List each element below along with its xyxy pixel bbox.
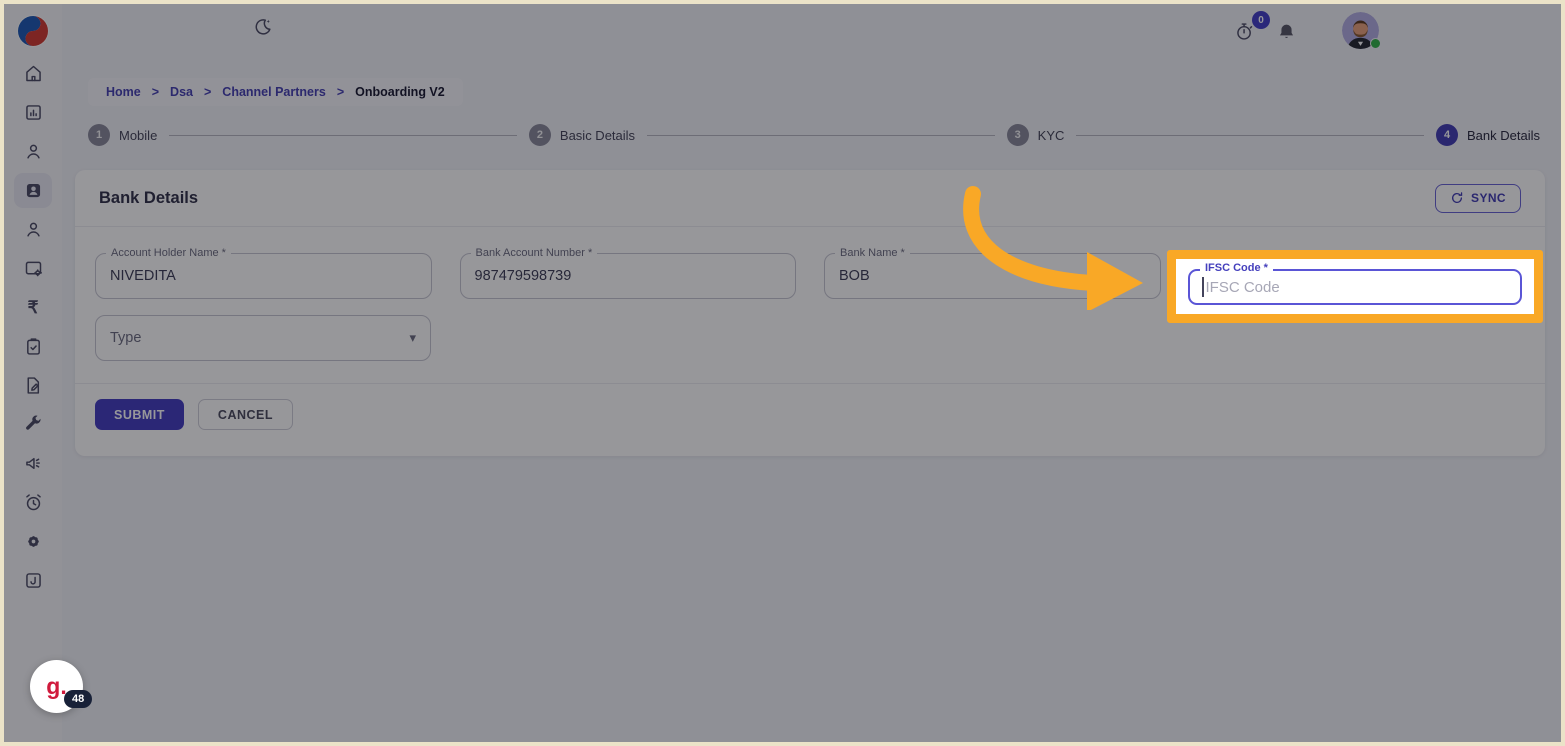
ifsc-highlight-box: IFSC Code * IFSC Code — [1167, 250, 1543, 323]
text-caret — [1202, 277, 1204, 297]
ifsc-code-label: IFSC Code * — [1200, 262, 1273, 274]
dim-overlay — [4, 4, 1561, 742]
ifsc-code-placeholder: IFSC Code — [1205, 278, 1280, 296]
guidde-step-badge: 48 — [64, 690, 93, 708]
ifsc-code-field[interactable]: IFSC Code * IFSC Code — [1188, 262, 1522, 305]
guidde-widget[interactable]: g. 48 — [30, 660, 93, 713]
